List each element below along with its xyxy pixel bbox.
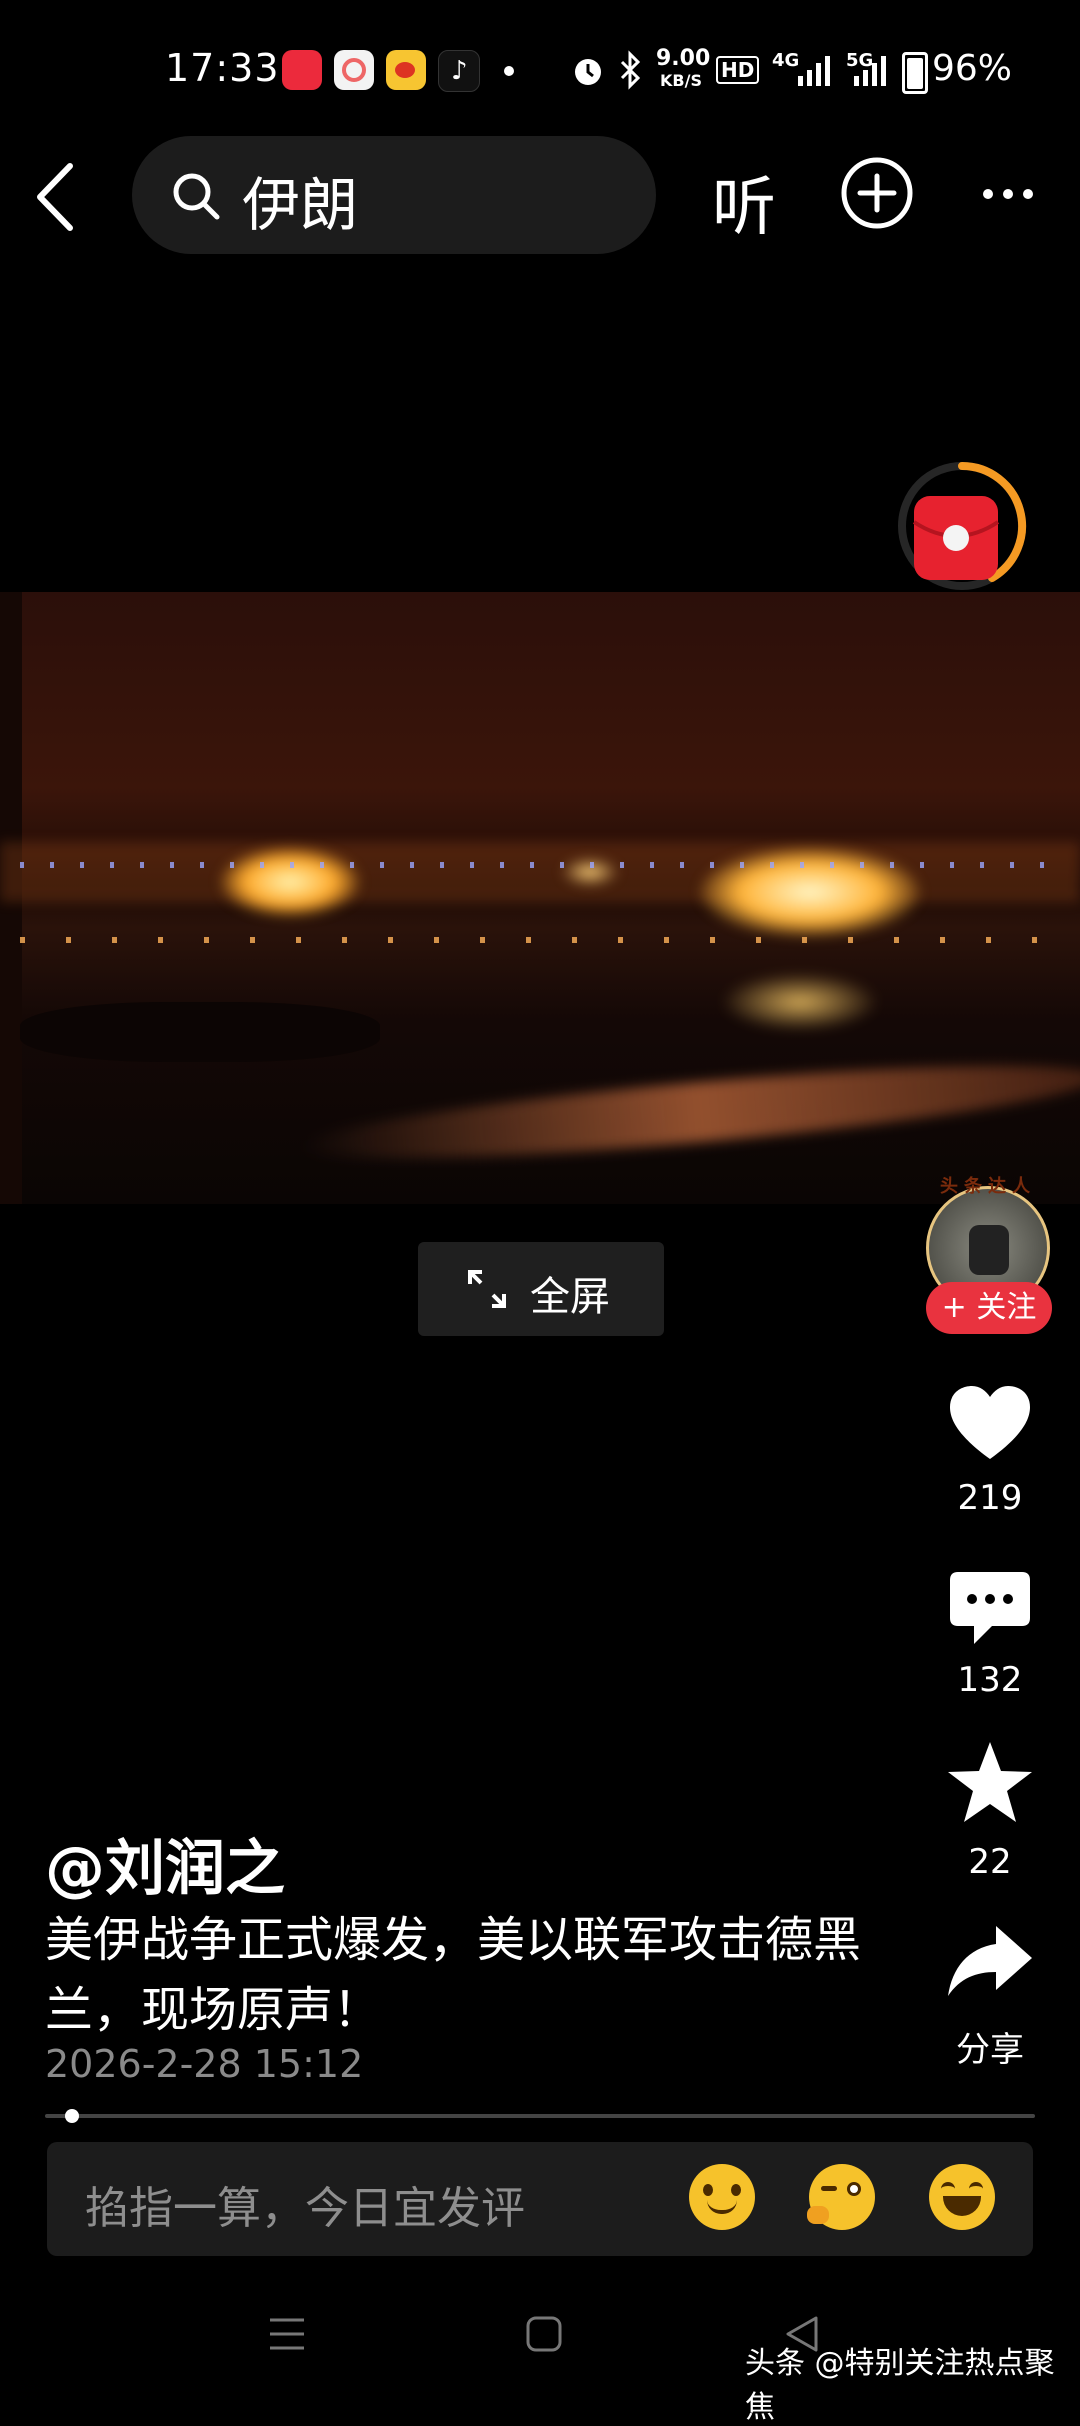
search-icon xyxy=(173,173,220,220)
red-envelope-icon xyxy=(912,496,1000,580)
comment-input[interactable]: 掐指一算，今日宜发评 xyxy=(47,2142,1033,2256)
back-icon[interactable] xyxy=(30,160,80,234)
comment-count: 132 xyxy=(957,1660,1023,1700)
fullscreen-button[interactable]: 全屏 xyxy=(418,1242,664,1336)
star-icon[interactable] xyxy=(946,1740,1034,1824)
tiktok-icon: ♪ xyxy=(438,50,480,92)
alarm-icon xyxy=(575,59,601,85)
signal-icon xyxy=(854,56,886,86)
bluetooth-icon xyxy=(620,50,641,90)
notification-dot xyxy=(504,66,514,76)
author-name[interactable]: @刘润之 xyxy=(45,1820,285,1907)
video-progress-bar[interactable] xyxy=(45,2114,1035,2118)
favorite-count: 22 xyxy=(968,1842,1012,1882)
smile-emoji-icon[interactable] xyxy=(689,2164,755,2230)
watermark: 头条 @特别关注热点聚焦 xyxy=(745,2346,1055,2425)
fullscreen-label: 全屏 xyxy=(530,1274,610,1320)
share-icon[interactable] xyxy=(946,1924,1034,1998)
search-input[interactable]: 伊朗 xyxy=(132,136,656,254)
more-icon[interactable] xyxy=(980,186,1036,202)
red-envelope-widget[interactable] xyxy=(892,456,1032,596)
laugh-emoji-icon[interactable] xyxy=(929,2164,995,2230)
progress-handle[interactable] xyxy=(65,2109,79,2123)
comment-placeholder: 掐指一算，今日宜发评 xyxy=(85,2183,525,2234)
expert-badge: 头条达人 xyxy=(940,1176,1036,1197)
status-bar: 17:33 ♪ 9.00 KB/S HD 4G 5G 96% xyxy=(0,0,1080,140)
music-app-icon xyxy=(282,50,322,90)
comment-icon[interactable] xyxy=(948,1570,1032,1648)
home-nav-icon[interactable] xyxy=(524,2314,564,2354)
video-description[interactable]: 美伊战争正式爆发，美以联军攻击德黑兰，现场原声！ xyxy=(45,1905,865,2045)
status-time: 17:33 xyxy=(165,46,280,90)
listen-button[interactable]: 听 xyxy=(712,156,776,248)
search-query: 伊朗 xyxy=(242,171,359,239)
battery-level: 96% xyxy=(932,48,1013,89)
signal-icon xyxy=(798,56,830,86)
network-speed-unit: KB/S xyxy=(660,71,702,90)
thinking-emoji-icon[interactable] xyxy=(807,2164,875,2230)
expand-icon xyxy=(468,1270,506,1308)
menu-nav-icon[interactable] xyxy=(266,2314,308,2354)
network-speed: 9.00 xyxy=(656,46,711,71)
video-player[interactable] xyxy=(0,592,1080,1204)
heart-icon[interactable] xyxy=(947,1383,1033,1463)
battery-icon xyxy=(902,52,928,94)
like-count: 219 xyxy=(957,1478,1023,1518)
photos-app-icon xyxy=(334,50,374,90)
follow-button[interactable]: + 关注 xyxy=(926,1282,1052,1334)
add-icon[interactable] xyxy=(840,156,914,230)
weibo-icon xyxy=(386,50,426,90)
share-label[interactable]: 分享 xyxy=(920,2022,1060,2071)
hd-badge: HD xyxy=(716,56,760,84)
publish-date: 2026-2-28 15:12 xyxy=(45,2042,364,2086)
